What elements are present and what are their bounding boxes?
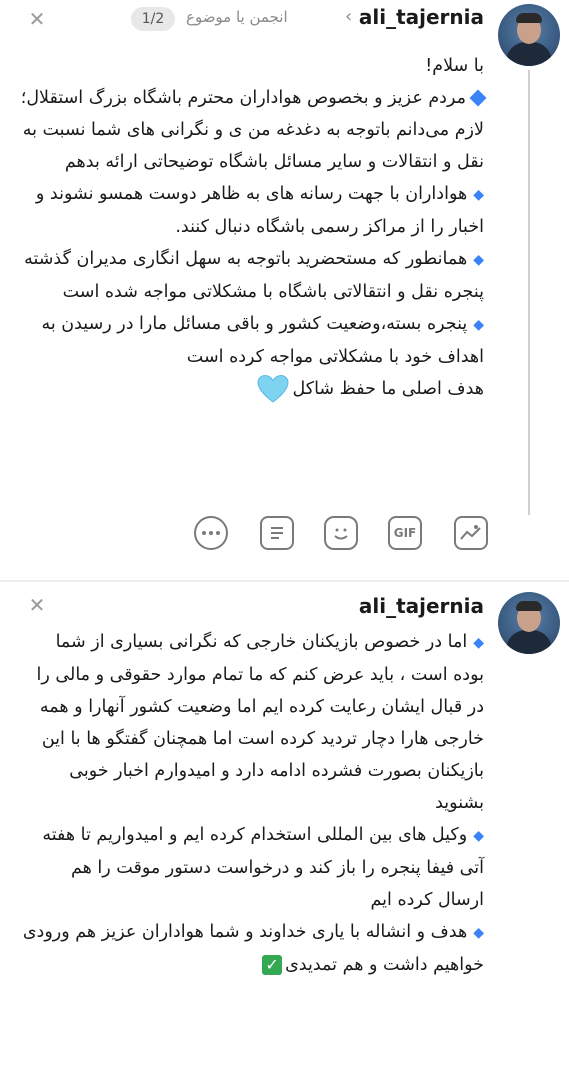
more-icon[interactable] [194,516,228,550]
bullet-icon: ◆ [473,187,484,203]
post-2: ✕ ali_tajernia ◆اما در خصوص بازیکنان خار… [0,580,569,1066]
post-body: با سلام! مردم عزیز و بخصوص هواداران محتر… [20,50,487,405]
check-mark-icon: ✓ [262,955,283,975]
bullet-item: ◆همانطور که مستحضرید باتوجه به سهل انگار… [24,249,484,302]
post-1: ✕ 1/2 انجمن یا موضوع ‹ ali_tajernia با س… [0,0,569,572]
username[interactable]: ali_tajernia [359,594,484,618]
post-toolbar: GIF [190,516,490,556]
post-header: ✕ ali_tajernia [0,582,569,624]
close-icon[interactable]: ✕ [26,8,48,30]
note-icon[interactable] [260,516,294,550]
avatar[interactable] [498,592,560,654]
post-body: ◆اما در خصوص بازیکنان خارجی که نگرانی بس… [20,626,484,981]
bullet-item: ◆وکیل های بین المللی استخدام کرده ایم و … [42,825,484,910]
bullet-icon: ◆ [473,252,484,268]
paragraph: مردم عزیز و بخصوص هواداران محترم باشگاه … [20,82,487,178]
bullet-icon: ◆ [473,828,484,844]
avatar[interactable] [498,4,560,66]
bullet-icon: ◆ [473,635,484,651]
blue-heart-icon [257,374,289,403]
username[interactable]: ali_tajernia [359,5,484,29]
blue-diamond-icon [469,89,487,107]
image-icon[interactable] [454,516,488,550]
bullet-item: ◆هدف و انشاله با یاری خداوند و شما هوادا… [22,922,484,975]
greeting: با سلام! [425,56,484,76]
breadcrumb-topic[interactable]: انجمن یا موضوع [186,8,288,26]
post-header: ✕ 1/2 انجمن یا موضوع ‹ ali_tajernia [0,0,569,42]
paragraph: هدف اصلی ما حفظ شاکل [20,373,484,405]
bullet-item: ◆پنجره بسته،وضعیت کشور و باقی مسائل مارا… [41,314,484,367]
bullet-item: ◆هواداران با جهت رسانه های به ظاهر دوست … [35,184,484,237]
close-icon[interactable]: ✕ [26,594,48,616]
thread-line [528,70,530,515]
bullet-icon: ◆ [473,925,484,941]
bullet-icon: ◆ [473,317,484,333]
bullet-item: ◆اما در خصوص بازیکنان خارجی که نگرانی بس… [36,632,484,813]
page-indicator[interactable]: 1/2 [131,7,175,31]
sticker-icon[interactable] [324,516,358,550]
chevron-left-icon: ‹ [345,6,353,27]
gif-icon[interactable]: GIF [388,516,422,550]
